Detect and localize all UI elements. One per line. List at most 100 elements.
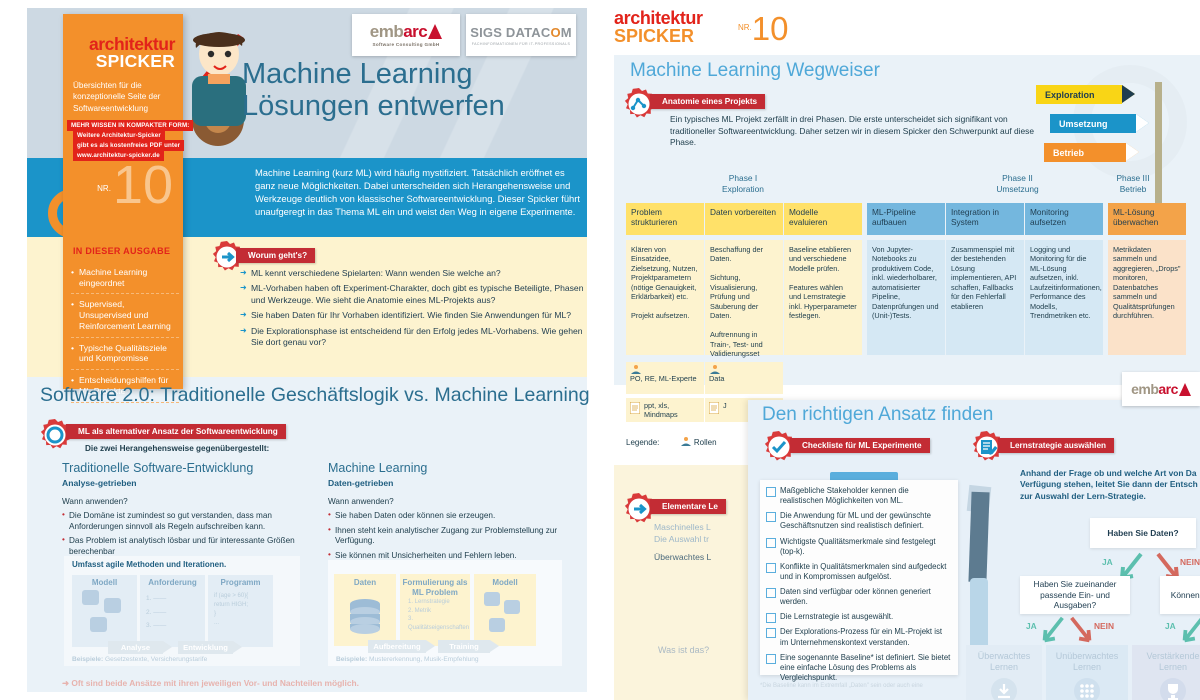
req-item: 1. <box>146 595 152 602</box>
phase-label-3: Phase III Betrieb <box>1088 173 1178 195</box>
req-item: 2. <box>146 608 152 616</box>
wegweiser-title: Machine Learning Wegweiser <box>630 60 880 81</box>
issue-number-value: 10 <box>112 155 173 215</box>
legend-value: Rollen <box>693 438 717 447</box>
traditional-col-label-1: Modell <box>91 578 118 587</box>
checkbox-icon[interactable] <box>766 588 776 598</box>
ml-examples: Beispiele: Mustererkennung, Musik-Empfeh… <box>336 656 479 665</box>
worum-list: ML kennt verschiedene Spielarten: Wann w… <box>240 268 585 353</box>
table-cell: Zusammenspiel mit der bestehenden Lösung… <box>946 240 1024 355</box>
checkliste-ribbon: Checkliste für ML Experimente <box>790 438 930 453</box>
anatomie-body: Ein typisches ML Projekt zerfällt in dre… <box>670 114 1035 148</box>
sigs-datacom-logo: SIGS DATACOM FACHINFORMATIONEN FÜR IT-PR… <box>466 14 576 56</box>
issue-number-label: NR. <box>97 184 111 193</box>
list-item[interactable]: Die Lernstrategie ist ausgewählt. <box>766 612 952 624</box>
arrow-analyse: Analyse <box>108 641 172 654</box>
table-cell: Metrikdaten sammeln und aggregieren, „Dr… <box>1108 240 1186 355</box>
code-line: } <box>214 611 217 617</box>
elementare-line-2: Die Auswahl tr <box>654 534 709 544</box>
ansatz-title: Den richtigen Ansatz finden <box>762 404 994 425</box>
checkbox-icon[interactable] <box>766 613 776 624</box>
embarc-subtitle: Software Consulting GmbH <box>372 42 440 47</box>
list-item[interactable]: Wichtigste Qualitätsmerkmale sind festge… <box>766 537 952 557</box>
tree-leaf-label: Verstärkende Lernen <box>1146 651 1200 673</box>
list-item: Die Explorationsphase ist entscheidend f… <box>240 326 585 349</box>
model-node <box>104 598 121 613</box>
phase-label-2: Phase II Umsetzung <box>940 173 1095 195</box>
artifact-text: ppt, xls, Mindmaps <box>644 401 678 420</box>
column-header: Monitoring aufsetzen <box>1025 203 1103 235</box>
list-item[interactable]: Eine sogenannte Baseline* ist definiert.… <box>766 653 952 683</box>
role-icon <box>631 365 641 374</box>
role-cell: PO, RE, ML-Experte <box>626 362 704 394</box>
right-issue-number: NR.10 <box>738 12 789 45</box>
table-cell: Baseline etablieren und verschiedene Mod… <box>784 240 862 355</box>
examples-value: Mustererkennung, Musik-Empfehlung <box>369 656 479 663</box>
footnote-text: Oft sind beide Ansätze mit ihren jeweili… <box>71 678 359 688</box>
examples-label: Beispiele: <box>72 656 104 663</box>
issue-number: NR.10 <box>97 158 173 212</box>
traditional-bullets: Die Domäne ist zumindest so gut verstand… <box>62 510 302 562</box>
phase-num: Phase I <box>728 173 758 183</box>
signflag-label: Umsetzung <box>1059 118 1108 129</box>
intro-paragraph: Machine Learning (kurz ML) wird häufig m… <box>255 167 580 218</box>
right-page: architektur SPICKER NR.10 Machine Learni… <box>600 0 1200 700</box>
ml-col-label-1: Daten <box>353 578 377 587</box>
list-item[interactable]: Maßgebliche Stakeholder kennen die reali… <box>766 486 952 506</box>
issue-contents-heading: IN DIESER AUSGABE <box>73 246 171 256</box>
traditional-examples: Beispiele: Gesetzestexte, Versicherungst… <box>72 656 207 665</box>
legend-label: Legende: <box>626 438 660 447</box>
checkbox-icon[interactable] <box>766 653 776 664</box>
model-node <box>504 600 520 614</box>
issue-number-value: 10 <box>751 10 789 47</box>
model-node <box>82 590 99 605</box>
checkbox-icon[interactable] <box>766 487 776 497</box>
artifact-cell: ppt, xls, Mindmaps <box>626 398 704 422</box>
formulation-item: 1. Lernstrategie <box>408 599 450 605</box>
signflag-betrieb: Betrieb <box>1044 143 1139 162</box>
artifact-text: J <box>723 401 727 410</box>
role-icon <box>710 365 720 374</box>
right-brand-lockup: architektur SPICKER <box>614 8 703 45</box>
checkbox-icon[interactable] <box>766 562 776 573</box>
table-cell: Klären von Einsatzidee, Zielsetzung, Nut… <box>626 240 704 355</box>
list-item[interactable]: Der Explorations-Prozess für ein ML-Proj… <box>766 627 952 647</box>
embarc-word-a: emb <box>369 22 404 41</box>
lernstrategie-ribbon: Lernstrategie auswählen <box>998 438 1115 453</box>
column-header: Integration in System <box>946 203 1024 235</box>
table-cell: Von Jupyter-Notebooks zu produktivem Cod… <box>867 240 945 355</box>
tree-leaf-label: Überwachtes Lernen <box>977 651 1031 673</box>
list-item-label: Konflikte in Qualitätsmerkmalen sind auf… <box>780 561 947 581</box>
model-node <box>90 617 107 632</box>
arrow-yes-icon <box>1182 617 1200 643</box>
ml-col-label-2: Formulierung als ML Problem <box>402 578 468 597</box>
code-snippet: if (age > 60){ return HIGH; } ... <box>214 592 248 628</box>
req-item: 3. <box>146 622 152 630</box>
ml-subheading: Daten-getrieben <box>328 478 394 488</box>
list-item-label: Der Explorations-Prozess für ein ML-Proj… <box>780 627 943 647</box>
edge-label-yes: JA <box>1165 621 1176 631</box>
list-item[interactable]: Die Anwendung für ML und der gewünschte … <box>766 511 952 531</box>
ml-col-label-3: Modell <box>492 578 518 587</box>
checkbox-icon[interactable] <box>766 512 776 523</box>
checklist-items: Maßgebliche Stakeholder kennen die reali… <box>766 486 952 688</box>
phase-num: Phase II <box>1002 173 1033 183</box>
tree-branch-left: Haben Sie zueinander passende Ein- und A… <box>1020 576 1130 614</box>
checkbox-icon[interactable] <box>766 537 776 548</box>
list-item[interactable]: Daten sind verfügbar oder können generie… <box>766 587 952 607</box>
role-icon <box>680 437 691 446</box>
sigs-word-end: M <box>560 24 572 40</box>
footnote-arrow-icon: ➜ <box>62 678 70 688</box>
traditional-col-label-2: Anforderung <box>148 578 197 587</box>
list-item[interactable]: Konflikte in Qualitätsmerkmalen sind auf… <box>766 562 952 582</box>
tree-leaf-label: Unüberwachtes Lernen <box>1055 651 1119 673</box>
checkbox-icon[interactable] <box>766 628 776 639</box>
model-node <box>489 618 505 632</box>
page-title-line-1: Machine Learning <box>242 58 473 90</box>
legend-row: Legende: Rollen <box>626 437 717 447</box>
brand-lockup: architektur SPICKER <box>63 35 183 70</box>
embarc-logo: embarc Software Consulting GmbH <box>352 14 460 56</box>
brand-line-1: architektur <box>614 8 703 28</box>
list-item: ML kennt verschiedene Spielarten: Wann w… <box>240 268 585 279</box>
tree-leaf-1: Überwachtes Lernen <box>966 645 1042 700</box>
